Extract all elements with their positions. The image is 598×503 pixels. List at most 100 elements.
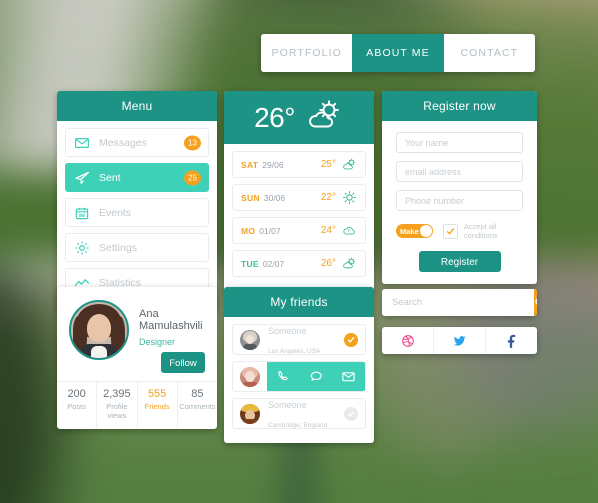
menu-item-events-label: Events <box>99 206 132 219</box>
facebook-link[interactable] <box>486 327 537 354</box>
twitter-icon <box>453 335 466 346</box>
friend-name: Someone <box>268 400 307 411</box>
menu-item-events[interactable]: Events <box>65 198 209 227</box>
stat-friends-label: Friends <box>144 402 170 411</box>
phone-field[interactable] <box>396 190 523 211</box>
weather-row-mo-temp: 24° <box>320 225 336 236</box>
search-icon <box>535 298 537 305</box>
search-bar <box>382 289 537 316</box>
profile-stats: 200 Posts 2,395 Profile views 555 Friend… <box>57 381 217 429</box>
friend-quick-actions <box>267 362 365 391</box>
sun-behind-cloud-icon <box>342 257 357 271</box>
weather-row-mo-day: MO <box>241 225 256 236</box>
name-field[interactable] <box>396 132 523 153</box>
dribbble-icon <box>401 334 414 347</box>
stat-friends: 555 Friends <box>138 382 178 429</box>
paper-plane-icon <box>74 170 90 186</box>
weather-row-sun-day: SUN <box>241 192 260 203</box>
tab-about-me[interactable]: ABOUT ME <box>352 34 444 72</box>
avatar <box>240 403 260 424</box>
phone-icon[interactable] <box>276 369 291 384</box>
stat-comments-value: 85 <box>191 388 204 400</box>
friend-location: Cambridge, England <box>268 421 328 429</box>
profile-card: Ana Mamulashvili Designer Follow 200 Pos… <box>57 287 217 429</box>
friends-panel-title: My friends <box>224 287 374 317</box>
weather-forecast-list: SAT 29/06 25° SUN 30/06 22° MO 01/07 24°… <box>224 144 374 277</box>
weather-row-tue-date: 02/07 <box>262 258 285 269</box>
gear-icon <box>74 240 90 256</box>
sun-icon <box>342 190 357 205</box>
stat-posts-value: 200 <box>67 388 86 400</box>
weather-row-sat-date: 29/06 <box>262 159 284 170</box>
weather-current: 26° <box>224 91 374 144</box>
register-button[interactable]: Register <box>418 251 501 272</box>
weather-row-mo-date: 01/07 <box>259 225 281 236</box>
envelope-icon <box>74 135 90 151</box>
register-panel: Register now Make Accept all conditions … <box>382 91 537 284</box>
menu-item-sent-badge: 25 <box>184 170 201 185</box>
register-options: Make Accept all conditions <box>396 222 523 240</box>
friend-location: Los Angeles, USA <box>268 347 321 355</box>
make-toggle-label: Make <box>400 226 419 236</box>
tab-contact-label: CONTACT <box>460 47 519 59</box>
avatar <box>69 300 129 360</box>
friend-status-check-icon[interactable] <box>344 406 358 421</box>
menu-panel-title: Menu <box>57 91 217 121</box>
dribbble-link[interactable] <box>382 327 434 354</box>
social-links-bar <box>382 327 537 354</box>
menu-list: Messages 13 Sent 25 Events Settings Stat… <box>57 121 217 297</box>
top-navigation-tabs: PORTFOLIO ABOUT ME CONTACT <box>261 34 535 72</box>
weather-row-sun: SUN 30/06 22° <box>232 184 366 211</box>
friends-list: Someone Los Angeles, USA Someone Cambrid… <box>224 317 374 429</box>
list-item[interactable]: Someone Los Angeles, USA <box>232 324 366 355</box>
menu-item-settings[interactable]: Settings <box>65 233 209 262</box>
stat-friends-value: 555 <box>147 388 167 400</box>
weather-panel: 26° SAT 29/06 25° SUN 30/06 22° MO 01/07… <box>224 91 374 291</box>
search-input[interactable] <box>382 289 534 316</box>
follow-button[interactable]: Follow <box>161 352 205 373</box>
tab-about-me-label: ABOUT ME <box>366 47 430 59</box>
weather-row-mo: MO 01/07 24° <box>232 217 366 244</box>
weather-row-sun-temp: 22° <box>320 192 336 203</box>
facebook-icon <box>507 334 515 348</box>
twitter-link[interactable] <box>434 327 486 354</box>
profile-header: Ana Mamulashvili Designer Follow <box>57 287 217 373</box>
accept-conditions-checkbox[interactable] <box>442 223 458 239</box>
stat-posts: 200 Posts <box>57 382 98 429</box>
sun-behind-cloud-icon <box>304 99 344 136</box>
weather-row-sat-day: SAT <box>241 159 259 170</box>
calendar-icon <box>74 205 90 221</box>
friends-panel: My friends Someone Los Angeles, USA Some… <box>224 287 374 443</box>
search-button[interactable] <box>534 289 537 316</box>
tab-contact[interactable]: CONTACT <box>443 34 535 72</box>
profile-name: Ana Mamulashvili <box>139 308 203 332</box>
friend-status-check-icon[interactable] <box>344 332 358 347</box>
weather-current-temp: 26° <box>254 101 295 133</box>
weather-row-tue-temp: 26° <box>320 258 336 269</box>
stat-posts-label: Posts <box>67 402 86 411</box>
menu-item-settings-label: Settings <box>99 241 137 254</box>
menu-item-messages[interactable]: Messages 13 <box>65 128 209 157</box>
mail-icon[interactable] <box>341 369 356 384</box>
stat-profile-views-label: Profile views <box>106 402 128 420</box>
weather-row-sat: SAT 29/06 25° <box>232 151 366 178</box>
email-field[interactable] <box>396 161 523 182</box>
avatar <box>240 329 260 350</box>
stat-profile-views-value: 2,395 <box>103 388 131 400</box>
stat-comments: 85 Comments <box>178 382 217 429</box>
chat-icon[interactable] <box>308 369 323 384</box>
register-panel-title: Register now <box>382 91 537 121</box>
list-item[interactable] <box>232 361 366 392</box>
menu-item-sent-label: Sent <box>99 171 121 184</box>
stat-profile-views: 2,395 Profile views <box>97 382 138 429</box>
stat-comments-label: Comments <box>179 402 216 411</box>
make-toggle[interactable]: Make <box>396 224 433 238</box>
profile-role: Designer <box>139 337 176 347</box>
weather-row-sat-temp: 25° <box>320 159 336 170</box>
menu-item-messages-label: Messages <box>99 136 147 149</box>
menu-item-sent[interactable]: Sent 25 <box>65 163 209 192</box>
weather-row-tue: TUE 02/07 26° <box>232 250 366 277</box>
register-form: Make Accept all conditions Register <box>382 121 537 272</box>
tab-portfolio[interactable]: PORTFOLIO <box>261 34 353 72</box>
list-item[interactable]: Someone Cambridge, England <box>232 398 366 429</box>
